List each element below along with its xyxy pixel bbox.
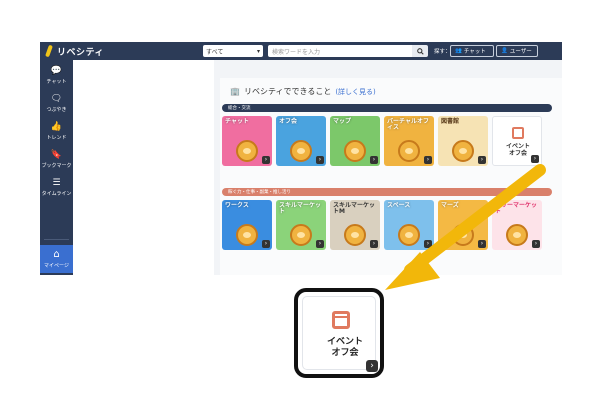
- zoomed-label-line2: オフ会: [331, 348, 359, 359]
- zoomed-tile-label: イベント オフ会: [303, 337, 387, 360]
- calendar-icon: [332, 311, 350, 329]
- chevron-right-icon: ›: [366, 360, 378, 372]
- arrow-shaft: [404, 164, 546, 276]
- zoomed-label-line1: イベント: [326, 337, 363, 347]
- zoomed-event-tile: イベント オフ会 ›: [294, 288, 384, 378]
- zoomed-tile-card[interactable]: イベント オフ会: [303, 297, 375, 369]
